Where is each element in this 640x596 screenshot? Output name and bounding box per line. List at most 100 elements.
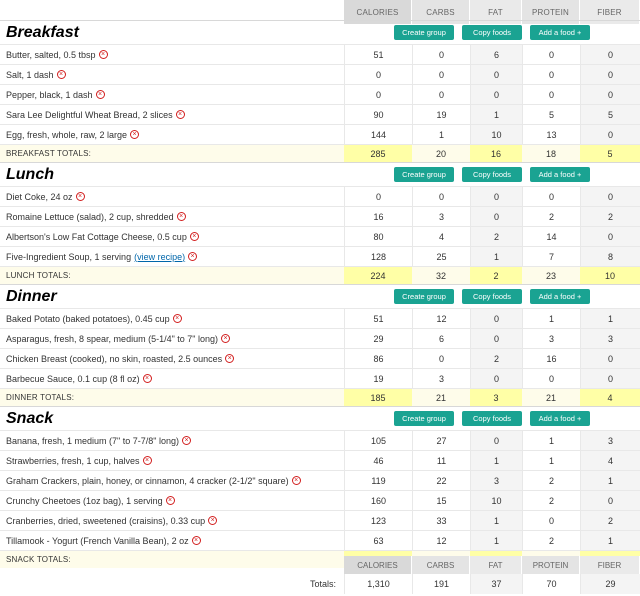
food-fiber: 0 xyxy=(580,491,640,510)
food-fat: 10 xyxy=(470,125,522,144)
footer-column-header-row: CALORIES CARBS FAT PROTEIN FIBER xyxy=(0,556,640,574)
food-row: Butter, salted, 0.5 tbsp × 51 0 6 0 0 xyxy=(0,44,640,64)
delete-food-icon[interactable]: × xyxy=(208,516,218,525)
food-calories: 86 xyxy=(344,349,412,368)
food-protein: 0 xyxy=(522,369,580,388)
food-protein: 16 xyxy=(522,349,580,368)
food-protein: 3 xyxy=(522,329,580,348)
meal-title-cell: Dinner xyxy=(0,288,344,306)
food-calories: 51 xyxy=(344,309,412,328)
meal-total-protein: 21 xyxy=(522,389,580,406)
food-protein: 1 xyxy=(522,451,580,470)
delete-food-icon[interactable]: × xyxy=(176,212,186,221)
delete-food-icon[interactable]: × xyxy=(188,252,198,261)
add-food-button-snack[interactable]: Add a food + xyxy=(530,411,590,426)
food-fat: 0 xyxy=(470,207,522,226)
food-row: Pepper, black, 1 dash × 0 0 0 0 0 xyxy=(0,84,640,104)
delete-food-icon[interactable]: × xyxy=(191,536,201,545)
grand-total-carbs: 191 xyxy=(412,574,470,594)
food-row: Baked Potato (baked potatoes), 0.45 cup ×… xyxy=(0,308,640,328)
meal-totals-row-lunch: LUNCH TOTALS: 224 32 2 23 10 xyxy=(0,266,640,284)
food-protein: 0 xyxy=(522,85,580,104)
copy-foods-button-snack[interactable]: Copy foods xyxy=(462,411,522,426)
food-fiber: 0 xyxy=(580,187,640,206)
food-fat: 1 xyxy=(470,511,522,530)
delete-food-icon[interactable]: × xyxy=(95,90,105,99)
create-group-button-snack[interactable]: Create group xyxy=(394,411,454,426)
copy-foods-button-lunch[interactable]: Copy foods xyxy=(462,167,522,182)
delete-food-icon[interactable]: × xyxy=(130,130,140,139)
meal-total-fiber: 5 xyxy=(580,145,640,162)
meal-header-lunch: Lunch Create group Copy foods Add a food + xyxy=(0,162,640,186)
food-fat: 2 xyxy=(470,227,522,246)
food-carbs: 3 xyxy=(412,369,470,388)
footer-col-protein: PROTEIN xyxy=(522,556,580,574)
delete-food-icon[interactable]: × xyxy=(181,436,191,445)
meal-actions-breakfast: Create group Copy foods Add a food + xyxy=(344,25,640,40)
food-name: Banana, fresh, 1 medium (7" to 7-7/8" lo… xyxy=(6,435,179,446)
add-food-button-dinner[interactable]: Add a food + xyxy=(530,289,590,304)
food-row: Chicken Breast (cooked), no skin, roaste… xyxy=(0,348,640,368)
food-name: Albertson's Low Fat Cottage Cheese, 0.5 … xyxy=(6,231,187,242)
food-row: Barbecue Sauce, 0.1 cup (8 fl oz) × 19 3 0 0 0 xyxy=(0,368,640,388)
meal-header-dinner: Dinner Create group Copy foods Add a food + xyxy=(0,284,640,308)
food-calories: 0 xyxy=(344,65,412,84)
food-carbs: 11 xyxy=(412,451,470,470)
food-name-cell: Cranberries, dried, sweetened (craisins)… xyxy=(0,516,344,526)
food-row: Sara Lee Delightful Wheat Bread, 2 slice… xyxy=(0,104,640,124)
food-row: Graham Crackers, plain, honey, or cinnam… xyxy=(0,470,640,490)
view-recipe-link[interactable]: (view recipe) xyxy=(134,252,185,262)
add-food-button-breakfast[interactable]: Add a food + xyxy=(530,25,590,40)
food-name: Graham Crackers, plain, honey, or cinnam… xyxy=(6,475,289,486)
delete-food-icon[interactable]: × xyxy=(225,354,235,363)
food-row: Banana, fresh, 1 medium (7" to 7-7/8" lo… xyxy=(0,430,640,450)
food-name-cell: Pepper, black, 1 dash × xyxy=(0,90,344,100)
food-protein: 14 xyxy=(522,227,580,246)
food-diary: CALORIES CARBS FAT PROTEIN FIBER Breakfa… xyxy=(0,0,640,596)
food-carbs: 0 xyxy=(412,65,470,84)
food-carbs: 3 xyxy=(412,207,470,226)
meal-total-fat: 16 xyxy=(470,145,522,162)
food-fiber: 1 xyxy=(580,309,640,328)
food-row: Five-Ingredient Soup, 1 serving (view rec… xyxy=(0,246,640,266)
delete-food-icon[interactable]: × xyxy=(165,496,175,505)
create-group-button-dinner[interactable]: Create group xyxy=(394,289,454,304)
food-name: Five-Ingredient Soup, 1 serving xyxy=(6,251,132,262)
copy-foods-button-breakfast[interactable]: Copy foods xyxy=(462,25,522,40)
meal-total-carbs: 20 xyxy=(412,145,470,162)
delete-food-icon[interactable]: × xyxy=(172,314,182,323)
food-protein: 13 xyxy=(522,125,580,144)
food-protein: 0 xyxy=(522,45,580,64)
food-name-cell: Butter, salted, 0.5 tbsp × xyxy=(0,50,344,60)
meal-total-fiber: 4 xyxy=(580,389,640,406)
add-food-button-lunch[interactable]: Add a food + xyxy=(530,167,590,182)
food-protein: 7 xyxy=(522,247,580,266)
food-fat: 1 xyxy=(470,451,522,470)
delete-food-icon[interactable]: × xyxy=(142,456,152,465)
delete-food-icon[interactable]: × xyxy=(189,232,199,241)
delete-food-icon[interactable]: × xyxy=(291,476,301,485)
food-calories: 144 xyxy=(344,125,412,144)
food-calories: 119 xyxy=(344,471,412,490)
food-fiber: 8 xyxy=(580,247,640,266)
food-protein: 2 xyxy=(522,531,580,550)
copy-foods-button-dinner[interactable]: Copy foods xyxy=(462,289,522,304)
delete-food-icon[interactable]: × xyxy=(75,192,85,201)
create-group-button-breakfast[interactable]: Create group xyxy=(394,25,454,40)
grand-total-fat: 37 xyxy=(470,574,522,594)
food-carbs: 27 xyxy=(412,431,470,450)
food-row: Tillamook - Yogurt (French Vanilla Bean)… xyxy=(0,530,640,550)
meal-actions-dinner: Create group Copy foods Add a food + xyxy=(344,289,640,304)
delete-food-icon[interactable]: × xyxy=(175,110,185,119)
food-carbs: 22 xyxy=(412,471,470,490)
food-name: Sara Lee Delightful Wheat Bread, 2 slice… xyxy=(6,109,173,120)
delete-food-icon[interactable]: × xyxy=(142,374,152,383)
food-carbs: 0 xyxy=(412,187,470,206)
food-fiber: 1 xyxy=(580,531,640,550)
delete-food-icon[interactable]: × xyxy=(221,334,230,343)
food-name-cell: Banana, fresh, 1 medium (7" to 7-7/8" lo… xyxy=(0,436,344,446)
delete-food-icon[interactable]: × xyxy=(56,70,66,79)
delete-food-icon[interactable]: × xyxy=(98,50,108,59)
food-calories: 0 xyxy=(344,187,412,206)
create-group-button-lunch[interactable]: Create group xyxy=(394,167,454,182)
